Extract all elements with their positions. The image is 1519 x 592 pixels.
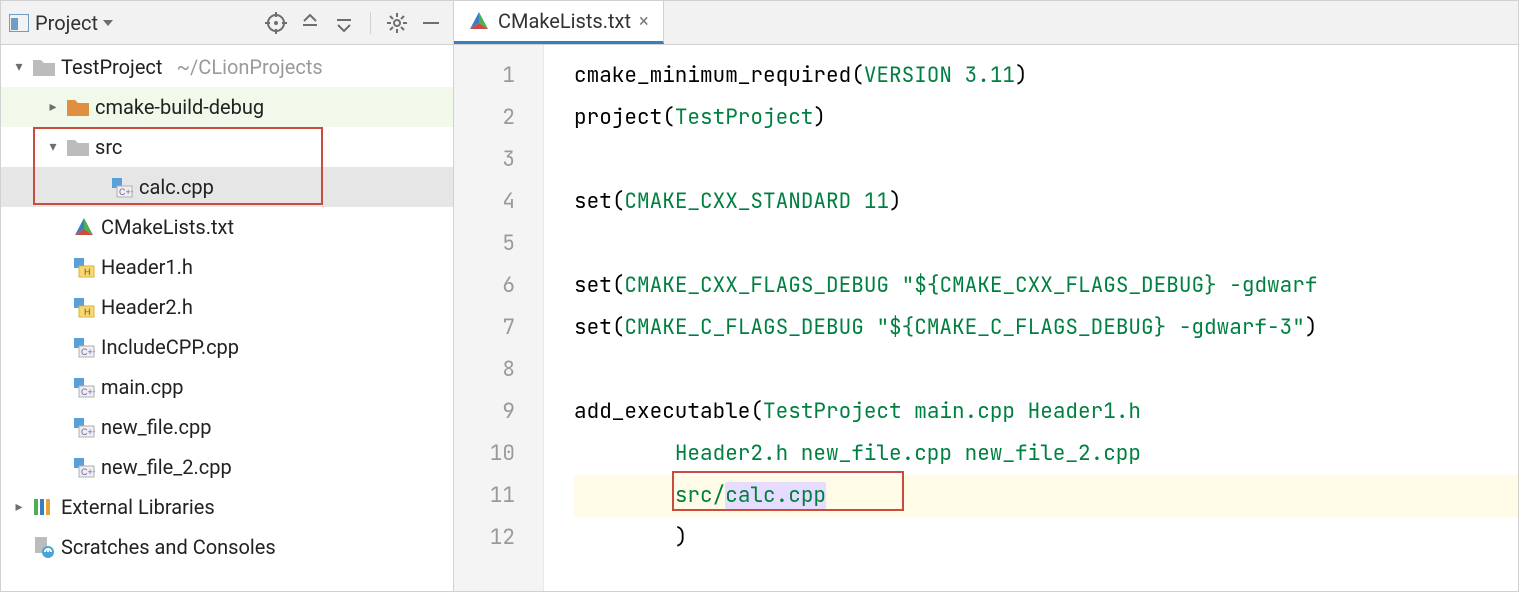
project-title: Project: [35, 11, 98, 35]
line-number: 7: [454, 307, 515, 349]
tree-item-label: cmake-build-debug: [95, 95, 264, 119]
code-area[interactable]: cmake_minimum_required(VERSION 3.11) pro…: [544, 45, 1518, 591]
svg-text:H: H: [84, 307, 91, 317]
chevron-down-icon[interactable]: ▾: [11, 59, 27, 75]
chevron-right-icon[interactable]: ▸: [11, 499, 27, 515]
line-number: 6: [454, 265, 515, 307]
folder-icon: [33, 56, 55, 78]
chevron-right-icon[interactable]: ▸: [45, 99, 61, 115]
tree-item-label: new_file.cpp: [101, 415, 211, 439]
svg-text:C++: C++: [81, 467, 95, 477]
project-pane: Project: [1, 1, 454, 591]
gutter: 1 2 3 4 5 6 7 8 9 10 11 12: [454, 45, 544, 591]
settings-button[interactable]: [383, 9, 411, 37]
line-number: 4: [454, 181, 515, 223]
tree-item-scratches[interactable]: ▸ Scratches and Consoles: [1, 527, 453, 567]
svg-text:H: H: [84, 267, 91, 277]
tree-item-calc-cpp[interactable]: C++ calc.cpp: [1, 167, 453, 207]
tree-item-label: Header1.h: [101, 255, 193, 279]
h-file-icon: H: [73, 256, 95, 278]
tree-root[interactable]: ▾ TestProject ~/CLionProjects: [1, 47, 453, 87]
tab-bar: CMakeLists.txt ×: [454, 1, 1518, 45]
line-number: 11: [454, 475, 515, 517]
tree-item-label: Header2.h: [101, 295, 193, 319]
cmake-file-icon: [73, 216, 95, 238]
close-icon[interactable]: ×: [639, 11, 649, 32]
cpp-file-icon: C++: [73, 456, 95, 478]
code-line: [574, 349, 1518, 391]
tree-item-label: new_file_2.cpp: [101, 455, 232, 479]
tree-path-hint: ~/CLionProjects: [176, 55, 322, 79]
tree-item-label: calc.cpp: [139, 175, 214, 199]
svg-text:C++: C++: [119, 187, 133, 197]
cpp-file-icon: C++: [111, 176, 133, 198]
cmake-file-icon: [468, 10, 490, 32]
tree-item-main[interactable]: C++ main.cpp: [1, 367, 453, 407]
code-line: src/calc.cpp: [574, 475, 1518, 517]
h-file-icon: H: [73, 296, 95, 318]
tree-item-label: CMakeLists.txt: [101, 215, 234, 239]
tree-item-includecpp[interactable]: C++ IncludeCPP.cpp: [1, 327, 453, 367]
svg-text:C++: C++: [81, 347, 95, 357]
line-number: 5: [454, 223, 515, 265]
line-number: 2: [454, 97, 515, 139]
tree-item-label: External Libraries: [61, 495, 215, 519]
folder-icon: [67, 136, 89, 158]
svg-text:C++: C++: [81, 387, 95, 397]
tree-item-label: Scratches and Consoles: [61, 535, 276, 559]
tree-item-label: IncludeCPP.cpp: [101, 335, 239, 359]
cpp-file-icon: C++: [73, 416, 95, 438]
locate-button[interactable]: [262, 9, 290, 37]
cpp-file-icon: C++: [73, 376, 95, 398]
code-line: Header2.h new_file.cpp new_file_2.cpp: [574, 433, 1518, 475]
cpp-file-icon: C++: [73, 336, 95, 358]
tree-item-label: main.cpp: [101, 375, 184, 399]
tree-item-src[interactable]: ▾ src: [1, 127, 453, 167]
library-icon: [33, 496, 55, 518]
line-number: 10: [454, 433, 515, 475]
tab-label: CMakeLists.txt: [498, 9, 631, 33]
svg-text:C++: C++: [81, 427, 95, 437]
line-number: 1: [454, 55, 515, 97]
scratches-icon: [33, 536, 55, 558]
project-window-icon: [9, 14, 29, 32]
code-line: [574, 139, 1518, 181]
tree-item-label: src: [95, 135, 122, 159]
folder-icon: [67, 96, 89, 118]
tree-item-cmake-build-debug[interactable]: ▸ cmake-build-debug: [1, 87, 453, 127]
code-line: ): [574, 517, 1518, 559]
tree-item-header2[interactable]: H Header2.h: [1, 287, 453, 327]
project-toolbar: Project: [1, 1, 453, 45]
code-line: set(CMAKE_C_FLAGS_DEBUG "${CMAKE_C_FLAGS…: [574, 307, 1518, 349]
tree-item-cmakelists[interactable]: CMakeLists.txt: [1, 207, 453, 247]
tree-item-external-libraries[interactable]: ▸ External Libraries: [1, 487, 453, 527]
tree-item-header1[interactable]: H Header1.h: [1, 247, 453, 287]
tree-item-label: TestProject: [61, 55, 162, 79]
chevron-down-icon[interactable]: ▾: [45, 139, 61, 155]
editor-pane: CMakeLists.txt × 1 2 3 4 5 6 7 8 9 10 11…: [454, 1, 1518, 591]
chevron-down-icon: [102, 18, 114, 28]
hide-button[interactable]: [417, 9, 445, 37]
tree-item-newfile[interactable]: C++ new_file.cpp: [1, 407, 453, 447]
line-number: 12: [454, 517, 515, 559]
expand-all-button[interactable]: [296, 9, 324, 37]
code-line: project(TestProject): [574, 97, 1518, 139]
project-view-selector[interactable]: Project: [35, 11, 114, 35]
line-number: 3: [454, 139, 515, 181]
code-line: set(CMAKE_CXX_FLAGS_DEBUG "${CMAKE_CXX_F…: [574, 265, 1518, 307]
tree-item-newfile2[interactable]: C++ new_file_2.cpp: [1, 447, 453, 487]
separator: [370, 12, 371, 34]
editor[interactable]: 1 2 3 4 5 6 7 8 9 10 11 12 cmake_minimum…: [454, 45, 1518, 591]
tab-cmakelists[interactable]: CMakeLists.txt ×: [454, 1, 664, 44]
code-line: set(CMAKE_CXX_STANDARD 11): [574, 181, 1518, 223]
project-tree[interactable]: ▾ TestProject ~/CLionProjects ▸ cmake-bu…: [1, 45, 453, 591]
code-line: add_executable(TestProject main.cpp Head…: [574, 391, 1518, 433]
code-line: cmake_minimum_required(VERSION 3.11): [574, 55, 1518, 97]
line-number: 8: [454, 349, 515, 391]
collapse-all-button[interactable]: [330, 9, 358, 37]
code-line: [574, 223, 1518, 265]
line-number: 9: [454, 391, 515, 433]
